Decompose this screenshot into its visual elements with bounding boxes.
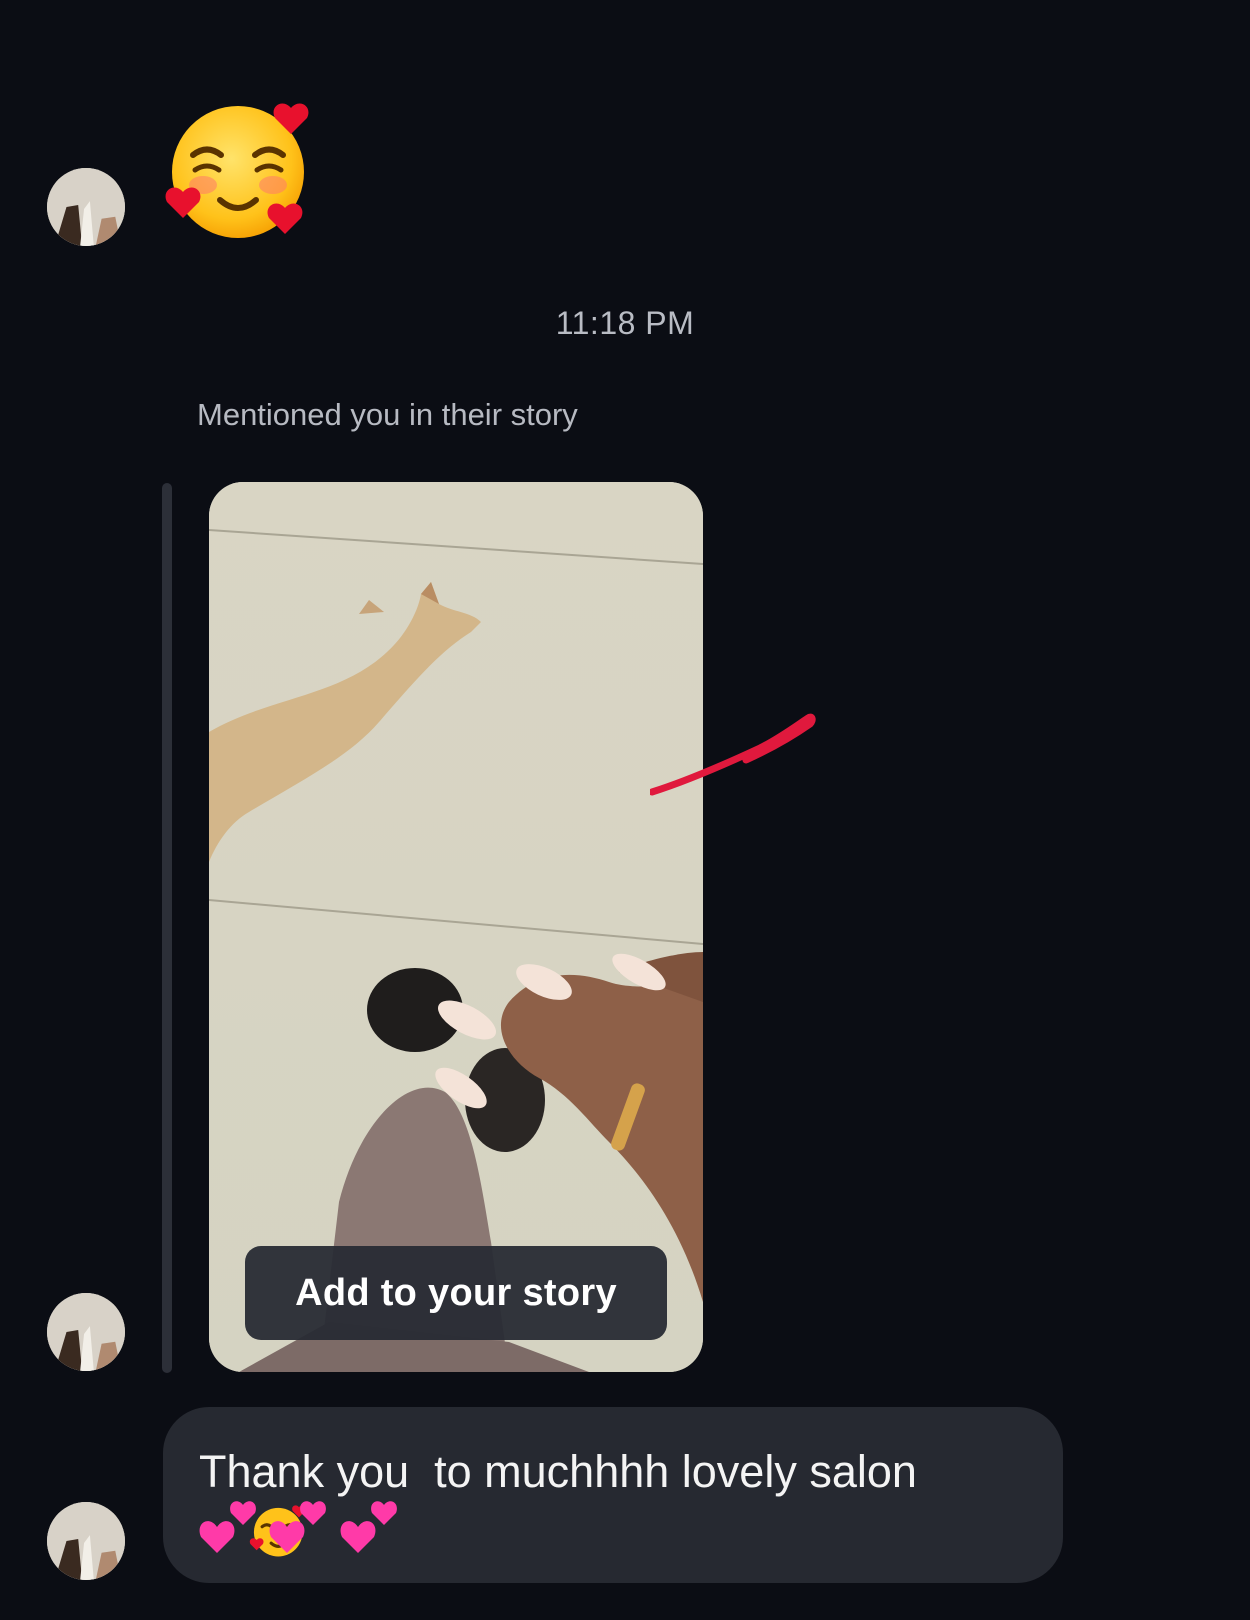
sender-avatar[interactable] [47, 168, 125, 246]
avatar-photo [47, 168, 125, 246]
story-preview-card[interactable]: Add to your story [209, 482, 703, 1372]
avatar-photo [47, 1502, 125, 1580]
message-timestamp: 11:18 PM [555, 305, 695, 341]
sender-avatar[interactable] [47, 1502, 125, 1580]
sender-avatar[interactable] [47, 1293, 125, 1371]
message-bubble[interactable]: Thank you to muchhhh lovely salon [163, 1407, 1063, 1583]
two-hearts-icon [269, 1501, 327, 1553]
smiling-face-with-hearts-icon [165, 103, 309, 238]
message-text: Thank you to muchhhh lovely salon [199, 1446, 917, 1497]
story-photo [209, 482, 703, 1372]
hearts-row [199, 1499, 400, 1559]
add-to-story-button[interactable]: Add to your story [245, 1246, 667, 1340]
annotation-stroke [650, 713, 816, 796]
story-reply-bar [162, 483, 172, 1373]
two-hearts-icon [199, 1501, 256, 1553]
avatar-photo [47, 1293, 125, 1371]
two-hearts-icon [340, 1501, 397, 1553]
story-mention-label: Mentioned you in their story [197, 397, 578, 432]
